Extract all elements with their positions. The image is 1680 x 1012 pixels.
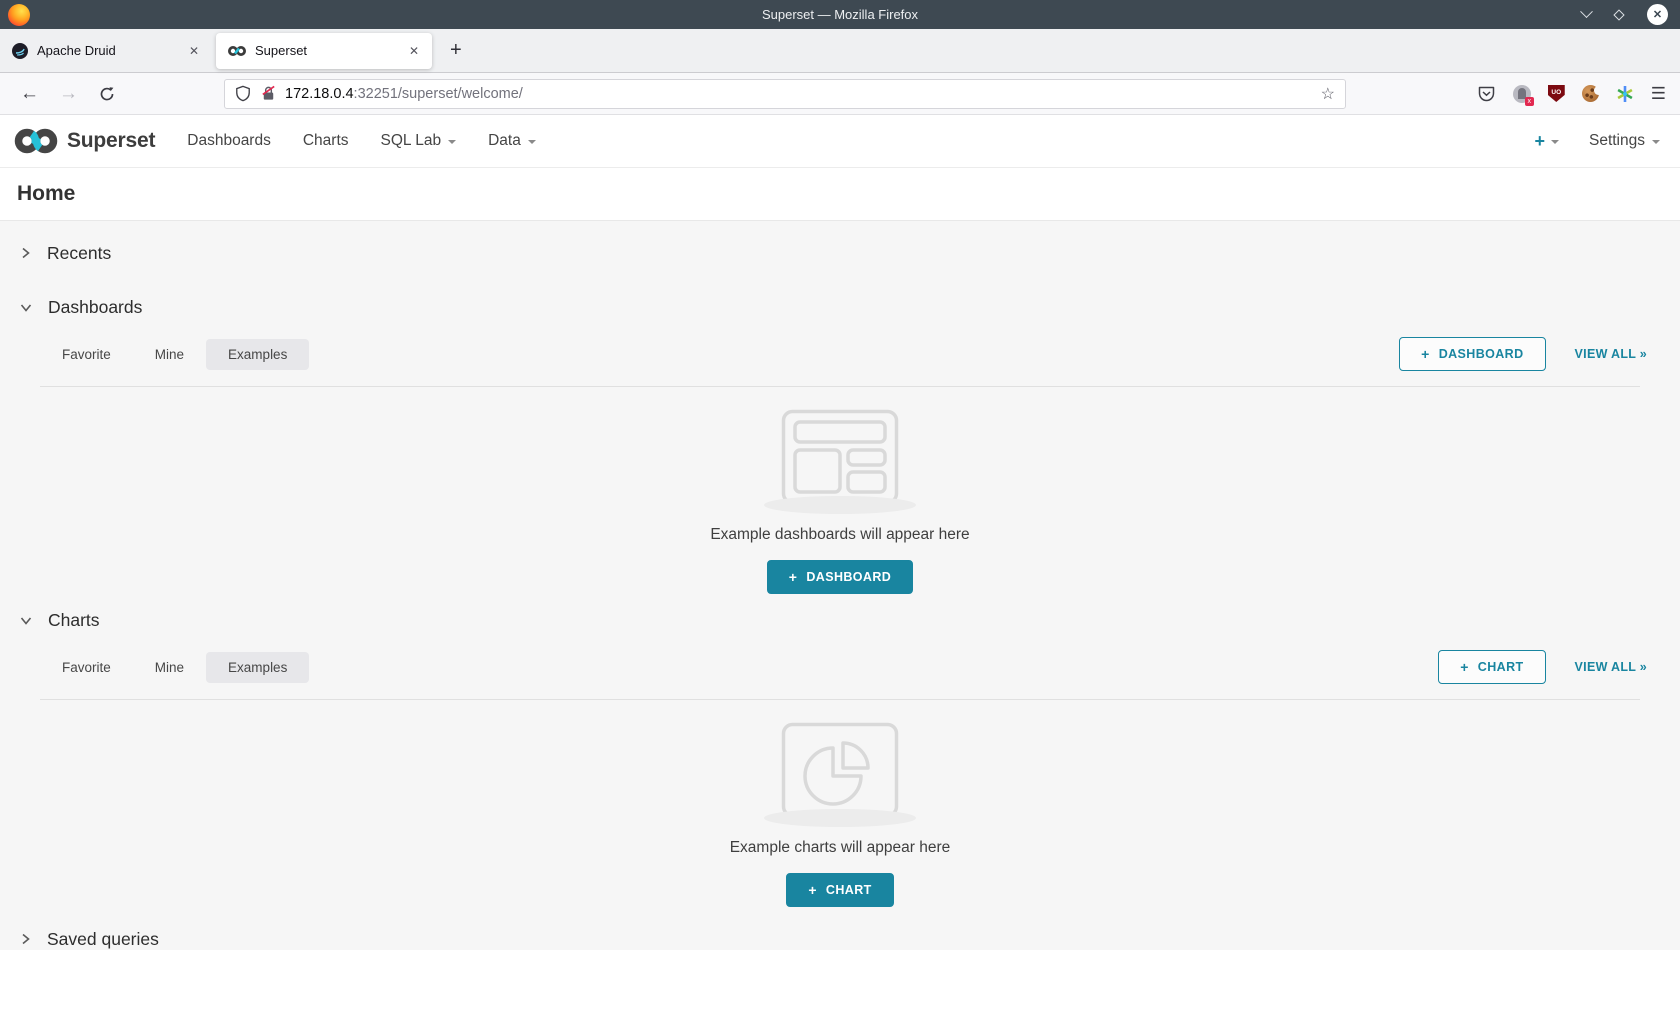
tab-favorite[interactable]: Favorite — [40, 652, 133, 683]
chevron-right-icon — [19, 246, 32, 260]
brand-wordmark: Superset — [67, 129, 155, 153]
ublock-origin-icon[interactable]: UO — [1548, 85, 1565, 102]
view-all-charts-link[interactable]: VIEW ALL » — [1575, 660, 1647, 674]
shield-icon[interactable] — [235, 85, 251, 102]
menu-hamburger-icon[interactable]: ☰ — [1651, 84, 1666, 104]
forward-icon[interactable]: → — [53, 84, 84, 103]
url-host: 172.18.0.4 — [285, 86, 354, 102]
insecure-lock-icon[interactable] — [260, 85, 277, 102]
browser-toolbar: ← → 172.18.0.4:32251/superset/welcome/ ☆… — [0, 73, 1680, 115]
window-title: Superset — Mozilla Firefox — [0, 7, 1680, 22]
url-path: :32251/superset/welcome/ — [354, 86, 523, 102]
plus-icon: + — [1421, 349, 1430, 359]
section-dashboards[interactable]: Dashboards — [0, 295, 1680, 319]
placeholder-shadow — [764, 809, 916, 827]
reload-icon[interactable] — [94, 86, 120, 102]
tab-mine[interactable]: Mine — [133, 652, 206, 683]
section-charts[interactable]: Charts — [0, 608, 1680, 632]
plus-icon: + — [1534, 131, 1545, 152]
plus-icon: + — [808, 885, 817, 895]
nav-item-charts[interactable]: Charts — [287, 132, 365, 150]
superset-favicon — [228, 45, 246, 57]
section-saved-queries[interactable]: Saved queries — [0, 927, 1680, 950]
superset-navbar: Superset Dashboards Charts SQL Lab Data … — [0, 115, 1680, 168]
tab-title: Superset — [255, 43, 307, 58]
tab-title: Apache Druid — [37, 43, 116, 58]
chevron-down-icon — [19, 301, 33, 314]
back-icon[interactable]: ← — [14, 84, 45, 103]
plus-icon: + — [1460, 662, 1469, 672]
firefox-logo-icon — [8, 4, 30, 26]
window-minimize-icon[interactable] — [1580, 5, 1593, 18]
home-content: Recents Dashboards Favorite Mine Example… — [0, 221, 1680, 950]
divider — [40, 699, 1640, 700]
cookie-extension-icon[interactable] — [1582, 85, 1599, 102]
tab-examples[interactable]: Examples — [206, 339, 309, 370]
section-label: Charts — [48, 610, 100, 631]
pocket-icon[interactable] — [1477, 85, 1496, 103]
window-maximize-icon[interactable] — [1613, 9, 1624, 20]
placeholder-shadow — [764, 496, 916, 514]
tab-mine[interactable]: Mine — [133, 339, 206, 370]
tab-close-icon[interactable]: ✕ — [185, 42, 203, 60]
empty-state-text: Example dashboards will appear here — [710, 526, 969, 544]
bookmark-star-icon[interactable]: ☆ — [1321, 84, 1335, 104]
superset-logo-icon — [13, 127, 59, 155]
tab-close-icon[interactable]: ✕ — [405, 42, 423, 60]
section-label: Dashboards — [48, 297, 142, 318]
caret-down-icon — [528, 140, 536, 144]
page-title: Home — [17, 182, 75, 206]
view-all-dashboards-link[interactable]: VIEW ALL » — [1575, 347, 1647, 361]
caret-down-icon — [1551, 140, 1559, 144]
nav-item-dashboards[interactable]: Dashboards — [171, 132, 287, 150]
empty-state-text: Example charts will appear here — [730, 839, 951, 857]
page-bottom-area — [0, 950, 1680, 1012]
druid-favicon — [12, 43, 28, 59]
new-tab-button[interactable]: + — [444, 39, 468, 62]
window-close-icon[interactable]: ✕ — [1647, 4, 1668, 25]
address-bar[interactable]: 172.18.0.4:32251/superset/welcome/ ☆ — [224, 79, 1346, 109]
plus-icon: + — [789, 572, 798, 582]
tab-examples[interactable]: Examples — [206, 652, 309, 683]
chart-placeholder-icon — [781, 722, 899, 818]
browser-tab-strip: Apache Druid ✕ Superset ✕ + — [0, 29, 1680, 73]
section-label: Recents — [47, 243, 111, 264]
tab-favorite[interactable]: Favorite — [40, 339, 133, 370]
create-chart-button[interactable]: + CHART — [786, 873, 893, 907]
add-dashboard-button[interactable]: + DASHBOARD — [1399, 337, 1545, 371]
caret-down-icon — [448, 140, 456, 144]
browser-tab-apache-druid[interactable]: Apache Druid ✕ — [0, 33, 212, 69]
superset-brand[interactable]: Superset — [13, 127, 155, 155]
caret-down-icon — [1652, 140, 1660, 144]
dashboards-empty-state: Example dashboards will appear here + DA… — [0, 409, 1680, 594]
section-recents[interactable]: Recents — [0, 241, 1680, 265]
add-new-menu[interactable]: + — [1534, 131, 1559, 152]
extension-icon[interactable]: x — [1513, 85, 1531, 103]
nav-item-data[interactable]: Data — [472, 132, 552, 150]
window-titlebar: Superset — Mozilla Firefox ✕ — [0, 0, 1680, 29]
colorful-asterisk-extension-icon[interactable] — [1616, 85, 1634, 103]
dashboards-panel-bar: Favorite Mine Examples + DASHBOARD VIEW … — [0, 337, 1680, 371]
add-chart-button[interactable]: + CHART — [1438, 650, 1545, 684]
charts-panel-bar: Favorite Mine Examples + CHART VIEW ALL … — [0, 650, 1680, 684]
dashboard-placeholder-icon — [781, 409, 899, 505]
charts-empty-state: Example charts will appear here + CHART — [0, 722, 1680, 907]
settings-menu[interactable]: Settings — [1589, 132, 1660, 150]
extension-badge: x — [1525, 97, 1534, 106]
create-dashboard-button[interactable]: + DASHBOARD — [767, 560, 913, 594]
page-header: Home — [0, 168, 1680, 221]
chevron-right-icon — [19, 932, 32, 946]
section-label: Saved queries — [47, 929, 159, 950]
divider — [40, 386, 1640, 387]
chevron-down-icon — [19, 614, 33, 627]
browser-tab-superset[interactable]: Superset ✕ — [216, 33, 432, 69]
nav-item-sql-lab[interactable]: SQL Lab — [365, 132, 473, 150]
